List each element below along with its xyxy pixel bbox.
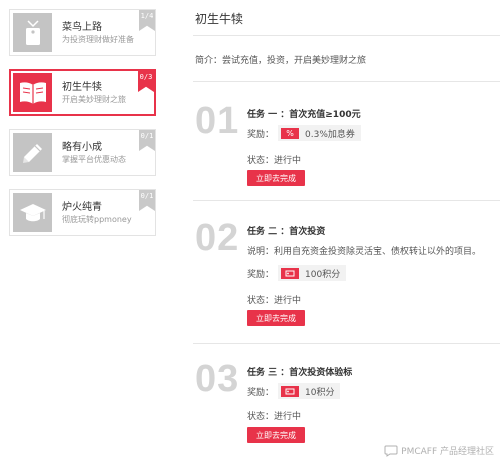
- page-title: 初生牛犊: [195, 12, 244, 26]
- watermark-text: PMCAFF 产品经理社区: [401, 447, 494, 457]
- task-detail-panel: 初生牛犊 简介：尝试充值，投资，开启美妙理财之旅 01 任务 一 ：首次充值≥1…: [193, 0, 500, 463]
- card-subtitle: 掌握平台优惠动态: [62, 155, 126, 164]
- graduation-cap-icon: [19, 203, 46, 221]
- reward-value: 100积分: [305, 269, 341, 280]
- complete-task-button[interactable]: 立即去完成: [247, 310, 305, 326]
- task-status: 状态：进行中: [247, 156, 302, 166]
- task-sidebar: 菜鸟上路 为投资理财做好准备 1/4 初生牛犊 开启美妙理财之旅 0/3 略有小…: [9, 9, 156, 249]
- task-number: 01: [195, 100, 240, 142]
- reward-value: 0.3%加息券: [305, 129, 355, 140]
- sidebar-card-intermediate[interactable]: 略有小成 掌握平台优惠动态 0/1: [9, 129, 156, 176]
- card-thumbnail: [13, 193, 52, 232]
- card-thumbnail: [13, 73, 52, 112]
- card-title: 略有小成: [62, 142, 102, 153]
- reward-value: 10积分: [305, 387, 335, 398]
- sidebar-card-expert[interactable]: 炉火纯青 彻底玩转ppmoney 0/1: [9, 189, 156, 236]
- task-title: 任务 一 ：首次充值≥100元: [247, 110, 361, 120]
- reward-label: 奖励：: [247, 269, 275, 280]
- task-status: 状态：进行中: [247, 412, 302, 422]
- progress-badge: 1/4: [139, 10, 155, 31]
- task-status: 状态：进行中: [247, 296, 302, 306]
- card-subtitle: 为投资理财做好准备: [62, 35, 134, 44]
- reward-box: % 0.3%加息券: [278, 125, 361, 141]
- progress-badge: 0/3: [138, 71, 154, 92]
- complete-task-button[interactable]: 立即去完成: [247, 170, 305, 186]
- divider: [193, 81, 500, 82]
- card-thumbnail: [13, 13, 52, 52]
- reward-box: 100积分: [278, 265, 347, 281]
- progress-text: 1/4: [140, 12, 154, 20]
- card-subtitle: 彻底玩转ppmoney: [62, 215, 132, 224]
- task-reward: 奖励： 10积分: [247, 383, 341, 399]
- card-title: 菜鸟上路: [62, 22, 102, 33]
- task-title: 任务 三 ：首次投资体验标: [247, 368, 353, 378]
- intro-text: 简介：尝试充值，投资，开启美妙理财之旅: [195, 56, 367, 66]
- task-reward: 奖励： % 0.3%加息券: [247, 125, 361, 141]
- divider: [193, 200, 500, 201]
- card-subtitle: 开启美妙理财之旅: [62, 95, 126, 104]
- progress-badge: 0/1: [139, 130, 155, 151]
- sidebar-card-newbie[interactable]: 初生牛犊 开启美妙理财之旅 0/3: [9, 69, 156, 116]
- watermark: PMCAFF 产品经理社区: [384, 444, 494, 457]
- tag-icon: [25, 19, 40, 45]
- progress-badge: 0/1: [139, 190, 155, 211]
- complete-task-button[interactable]: 立即去完成: [247, 427, 305, 443]
- pen-icon: [22, 143, 42, 163]
- reward-label: 奖励：: [247, 129, 275, 140]
- divider: [193, 35, 500, 36]
- task-number: 03: [195, 358, 240, 400]
- task-reward: 奖励： 100积分: [247, 265, 347, 281]
- progress-text: 0/1: [140, 192, 154, 200]
- task-title: 任务 二 ：首次投资: [247, 227, 326, 237]
- card-thumbnail: [13, 133, 52, 172]
- divider: [193, 343, 500, 344]
- card-title: 初生牛犊: [62, 82, 102, 93]
- coupon-icon: [281, 385, 300, 397]
- progress-text: 0/1: [140, 132, 154, 140]
- chat-bubble-icon: [384, 445, 398, 457]
- percent-icon: %: [281, 127, 300, 139]
- reward-label: 奖励：: [247, 387, 275, 398]
- task-number: 02: [195, 217, 240, 259]
- card-title: 炉火纯青: [62, 202, 102, 213]
- coupon-icon: [281, 267, 300, 279]
- book-icon: [19, 81, 46, 104]
- sidebar-card-beginner[interactable]: 菜鸟上路 为投资理财做好准备 1/4: [9, 9, 156, 56]
- task-description: 说明：利用自充资金投资除灵活宝、债权转让以外的项目。: [247, 247, 482, 257]
- progress-text: 0/3: [139, 73, 153, 81]
- reward-box: 10积分: [278, 383, 341, 399]
